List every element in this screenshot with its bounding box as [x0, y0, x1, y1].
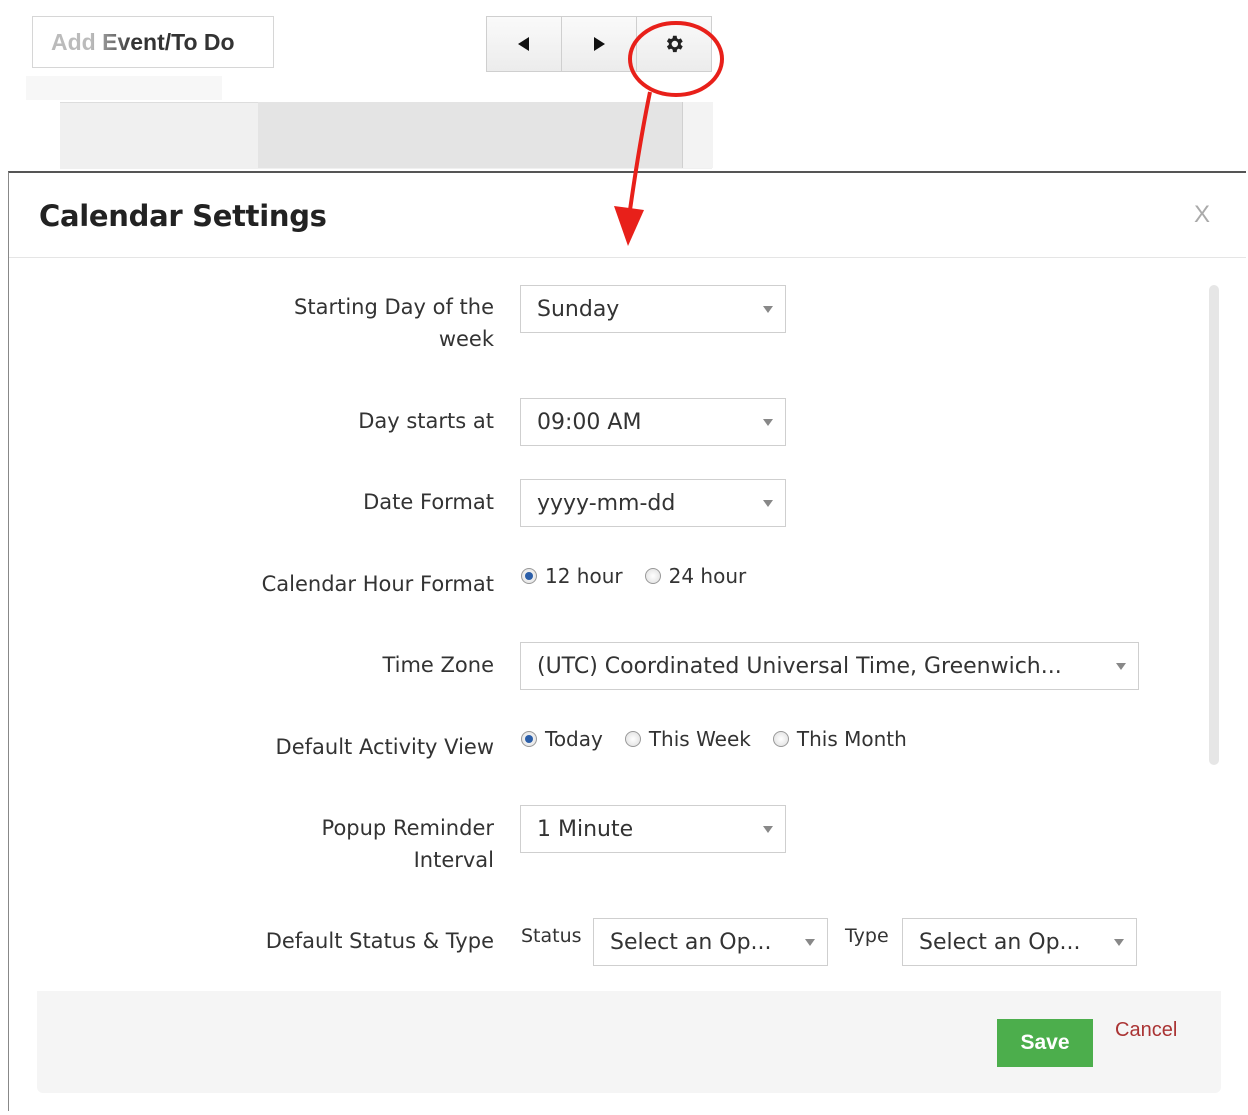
reminder-select[interactable]: 1 Minute [520, 805, 786, 853]
type-select[interactable]: Select an Op... [902, 918, 1137, 966]
activity-view-today-label: Today [545, 727, 603, 751]
modal-header: Calendar Settings X [9, 173, 1246, 258]
status-select[interactable]: Select an Op... [593, 918, 828, 966]
starting-day-label-line2: week [438, 327, 494, 351]
hour-format-24-option[interactable]: 24 hour [644, 564, 747, 588]
time-zone-select[interactable]: (UTC) Coordinated Universal Time, Greenw… [520, 642, 1139, 690]
triangle-left-icon [518, 37, 529, 51]
calendar-settings-modal: Calendar Settings X Starting Day of the … [8, 171, 1246, 1111]
activity-view-week-label: This Week [648, 727, 751, 751]
radio-unchecked-icon[interactable] [644, 568, 661, 584]
modal-title: Calendar Settings [39, 199, 327, 233]
activity-view-today-option[interactable]: Today [521, 727, 603, 751]
type-value: Select an Op... [919, 929, 1081, 955]
chevron-down-icon [1116, 663, 1126, 670]
chevron-down-icon [1114, 939, 1124, 946]
status-type-label: Default Status & Type [265, 929, 494, 953]
radio-checked-icon[interactable] [521, 568, 537, 584]
triangle-right-icon [594, 37, 605, 51]
starting-day-select[interactable]: Sunday [520, 285, 786, 333]
starting-day-label-line1: Starting Day of the [294, 295, 494, 319]
hour-format-24-label: 24 hour [668, 564, 747, 588]
modal-footer: Save Cancel [37, 991, 1221, 1093]
hour-format-12-label: 12 hour [545, 564, 623, 588]
hour-format-label: Calendar Hour Format [261, 572, 494, 596]
gear-icon [666, 35, 683, 53]
chevron-down-icon [805, 939, 815, 946]
add-event-label: Add Event/To Do [51, 28, 235, 55]
status-mini-label: Status [521, 925, 582, 947]
hour-format-radio-group: 12 hour 24 hour [521, 564, 768, 588]
status-value: Select an Op... [610, 929, 772, 955]
chevron-down-icon [763, 306, 773, 313]
radio-unchecked-icon[interactable] [772, 731, 789, 747]
activity-view-label: Default Activity View [275, 735, 494, 759]
calendar-nav-group [486, 16, 712, 72]
radio-checked-icon[interactable] [521, 731, 537, 747]
activity-view-radio-group: Today This Week This Month [521, 727, 929, 751]
day-starts-select[interactable]: 09:00 AM [520, 398, 786, 446]
previous-button[interactable] [487, 17, 562, 71]
chevron-down-icon [763, 826, 773, 833]
starting-day-label: Starting Day of the week [294, 291, 494, 355]
chevron-down-icon [763, 419, 773, 426]
activity-view-week-option[interactable]: This Week [624, 727, 751, 751]
chevron-down-icon [763, 500, 773, 507]
starting-day-value: Sunday [537, 296, 620, 322]
close-icon[interactable]: X [1194, 201, 1210, 229]
day-starts-value: 09:00 AM [537, 409, 642, 435]
next-button[interactable] [562, 17, 637, 71]
reminder-label-line2: Interval [413, 848, 494, 872]
date-format-select[interactable]: yyyy-mm-dd [520, 479, 786, 527]
scrollbar[interactable] [1209, 285, 1219, 765]
save-button[interactable]: Save [997, 1019, 1093, 1067]
reminder-label-line1: Popup Reminder [321, 816, 494, 840]
reminder-value: 1 Minute [537, 816, 634, 842]
type-mini-label: Type [845, 925, 889, 947]
activity-view-month-label: This Month [796, 727, 907, 751]
day-starts-label: Day starts at [358, 409, 494, 433]
calendar-header-cell [258, 102, 682, 168]
activity-view-month-option[interactable]: This Month [772, 727, 907, 751]
reminder-label: Popup Reminder Interval [322, 812, 494, 876]
time-zone-value: (UTC) Coordinated Universal Time, Greenw… [537, 653, 1062, 679]
cancel-link[interactable]: Cancel [1115, 1019, 1177, 1042]
hour-format-12-option[interactable]: 12 hour [521, 564, 623, 588]
time-zone-label: Time Zone [382, 653, 494, 677]
radio-unchecked-icon[interactable] [624, 731, 641, 747]
settings-button[interactable] [637, 17, 711, 71]
add-event-button[interactable]: Add Event/To Do [32, 16, 274, 68]
background-panel [26, 76, 222, 100]
calendar-header-cell-end [682, 102, 713, 168]
date-format-value: yyyy-mm-dd [537, 490, 676, 516]
date-format-label: Date Format [363, 490, 494, 514]
